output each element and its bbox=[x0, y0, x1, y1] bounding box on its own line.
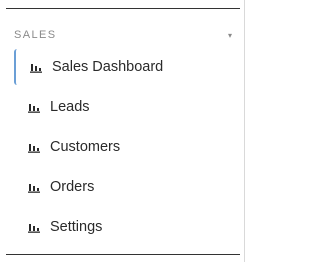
sidebar-item-leads[interactable]: Leads bbox=[14, 87, 240, 127]
sales-section-header[interactable]: SALES ▾ bbox=[14, 27, 232, 43]
bottom-divider bbox=[6, 254, 240, 255]
sidebar-item-customers[interactable]: Customers bbox=[14, 127, 240, 167]
bar-chart-icon bbox=[30, 62, 42, 73]
sidebar-item-orders[interactable]: Orders bbox=[14, 167, 240, 207]
sidebar-right-border bbox=[244, 0, 245, 262]
sidebar-item-label: Settings bbox=[50, 219, 103, 235]
sidebar-item-label: Sales Dashboard bbox=[52, 59, 164, 75]
bar-chart-icon bbox=[28, 182, 40, 193]
bar-chart-icon bbox=[28, 222, 40, 233]
sidebar-item-label: Customers bbox=[50, 139, 121, 155]
sidebar-item-sales-dashboard[interactable]: Sales Dashboard bbox=[14, 47, 240, 87]
bar-chart-icon bbox=[28, 142, 40, 153]
sidebar-item-label: Leads bbox=[50, 99, 90, 115]
chevron-down-icon[interactable]: ▾ bbox=[228, 31, 232, 40]
sidebar-nav: Sales Dashboard Leads Customers Orders S… bbox=[14, 47, 240, 247]
section-title: SALES bbox=[14, 29, 57, 41]
top-divider bbox=[6, 8, 240, 9]
sidebar-item-settings[interactable]: Settings bbox=[14, 207, 240, 247]
bar-chart-icon bbox=[28, 102, 40, 113]
sidebar-item-label: Orders bbox=[50, 179, 95, 195]
